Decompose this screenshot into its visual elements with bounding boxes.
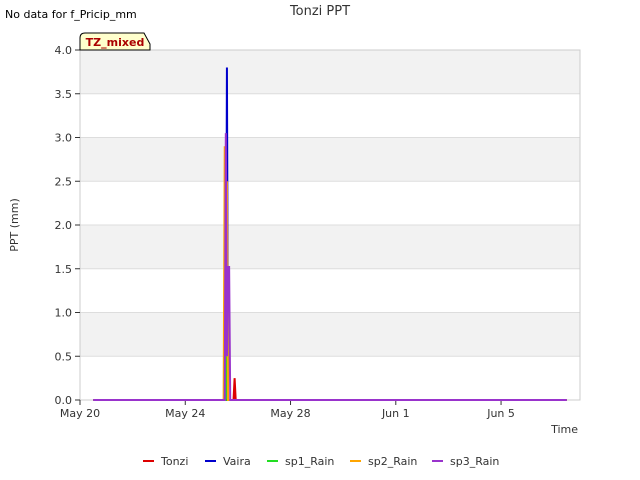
- site-badge: TZ_mixed: [79, 32, 151, 51]
- y-tick-label: 0.0: [55, 394, 73, 407]
- y-tick-label: 4.0: [55, 44, 73, 57]
- legend-label: Tonzi: [160, 455, 188, 468]
- x-tick-label: Jun 1: [381, 407, 410, 420]
- x-tick-label: May 24: [165, 407, 205, 420]
- y-tick-label: 1.5: [55, 263, 73, 276]
- legend-label: sp3_Rain: [450, 455, 499, 468]
- chart-title: Tonzi PPT: [289, 4, 350, 19]
- y-tick-label: 3.5: [55, 88, 73, 101]
- y-tick-label: 0.5: [55, 350, 73, 363]
- legend: Tonzi Vaira sp1_Rain sp2_Rain sp3_Rain: [143, 455, 499, 468]
- x-tick-label: May 28: [270, 407, 310, 420]
- plot-band: [80, 93, 580, 138]
- legend-label: sp1_Rain: [285, 455, 334, 468]
- y-tick-label: 2.5: [55, 175, 73, 188]
- site-badge-label: TZ_mixed: [86, 36, 145, 49]
- x-axis-ticks: May 20 May 24 May 28 Jun 1 Jun 5: [60, 400, 515, 420]
- x-tick-label: May 20: [60, 407, 100, 420]
- plot-band: [80, 137, 580, 182]
- plot-band: [80, 181, 580, 225]
- plot-band: [80, 225, 580, 269]
- y-axis-label: PPT (mm): [8, 198, 21, 252]
- plot-band: [80, 50, 580, 94]
- x-axis-label: Time: [550, 423, 578, 436]
- y-tick-label: 3.0: [55, 132, 73, 145]
- plot-band: [80, 356, 580, 400]
- x-tick-label: Jun 5: [486, 407, 515, 420]
- no-data-notice: No data for f_Pricip_mm: [5, 8, 137, 21]
- y-tick-label: 1.0: [55, 307, 73, 320]
- ppt-chart: 0.0 0.5 1.0 1.5 2.0 2.5 3.0 3.5 4.0 May 20 May 24…: [5, 4, 581, 468]
- y-tick-label: 2.0: [55, 219, 73, 232]
- legend-label: sp2_Rain: [368, 455, 417, 468]
- legend-label: Vaira: [223, 455, 251, 468]
- plot-band: [80, 312, 580, 357]
- plot-band: [80, 268, 580, 313]
- y-axis-ticks: 0.0 0.5 1.0 1.5 2.0 2.5 3.0 3.5 4.0: [55, 44, 80, 407]
